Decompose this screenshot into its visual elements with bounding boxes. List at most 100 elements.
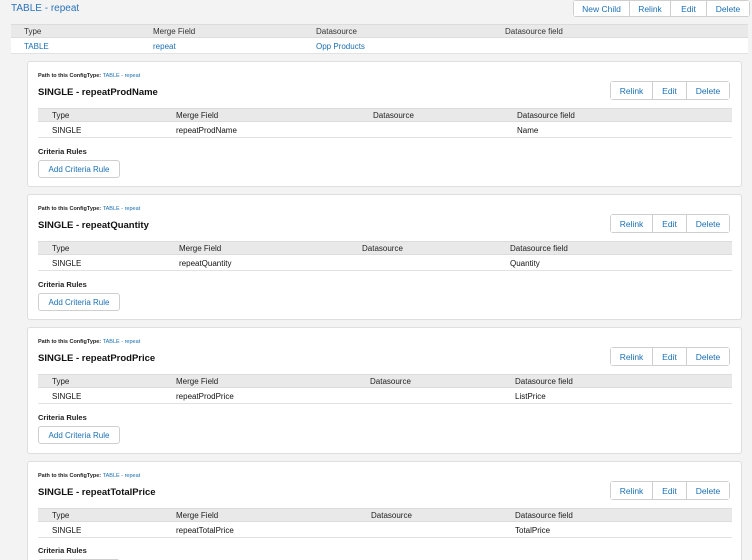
new-child-button[interactable]: New Child: [574, 1, 630, 16]
table-header-row: Type Merge Field Datasource Datasource f…: [38, 374, 732, 388]
panel-button-group: Relink Edit Delete: [610, 81, 730, 100]
column-header-datasource-field: Datasource field: [515, 511, 573, 520]
relink-button[interactable]: Relink: [611, 482, 653, 499]
table-row: SINGLE repeatQuantity Quantity: [38, 255, 732, 271]
datasource-field-value: Quantity: [510, 259, 540, 268]
criteria-rules-label: Criteria Rules: [38, 147, 87, 156]
column-header-datasource: Datasource: [316, 27, 357, 36]
delete-button[interactable]: Delete: [687, 482, 729, 499]
path-link[interactable]: TABLE - repeat: [103, 473, 141, 479]
config-path: Path to this ConfigType: TABLE - repeat: [38, 73, 140, 79]
path-label: Path to this ConfigType:: [38, 473, 102, 479]
column-header-datasource: Datasource: [362, 244, 403, 253]
criteria-rules-label: Criteria Rules: [38, 280, 87, 289]
add-criteria-rule-button[interactable]: Add Criteria Rule: [38, 160, 120, 178]
table-header-row: Type Merge Field Datasource Datasource f…: [38, 508, 732, 522]
edit-button[interactable]: Edit: [653, 482, 687, 499]
datasource-field-value: TotalPrice: [515, 526, 551, 535]
page-title: TABLE - repeat: [11, 3, 80, 14]
column-header-datasource: Datasource: [371, 511, 412, 520]
column-header-merge-field: Merge Field: [176, 377, 219, 386]
column-header-type: Type: [52, 111, 70, 120]
panel-button-group: Relink Edit Delete: [610, 214, 730, 233]
config-panel-repeatquantity: Path to this ConfigType: TABLE - repeat …: [27, 194, 742, 320]
merge-field-value: repeatProdName: [176, 126, 237, 135]
panel-title: SINGLE - repeatTotalPrice: [38, 487, 156, 498]
merge-field-value: repeatQuantity: [179, 259, 232, 268]
column-header-datasource-field: Datasource field: [515, 377, 573, 386]
type-value: SINGLE: [52, 392, 82, 401]
delete-button[interactable]: Delete: [687, 348, 729, 365]
type-link[interactable]: TABLE: [24, 42, 49, 51]
panel-title: SINGLE - repeatProdName: [38, 87, 158, 98]
path-link[interactable]: TABLE - repeat: [103, 206, 141, 212]
path-link[interactable]: TABLE - repeat: [103, 73, 141, 79]
page-header: TABLE - repeat New Child Relink Edit Del…: [0, 0, 752, 20]
panel-table: Type Merge Field Datasource Datasource f…: [38, 241, 732, 271]
column-header-type: Type: [52, 244, 70, 253]
column-header-type: Type: [24, 27, 42, 36]
config-path: Path to this ConfigType: TABLE - repeat: [38, 206, 140, 212]
config-path: Path to this ConfigType: TABLE - repeat: [38, 339, 140, 345]
config-panel-repeatprodname: Path to this ConfigType: TABLE - repeat …: [27, 61, 742, 187]
panel-button-group: Relink Edit Delete: [610, 481, 730, 500]
delete-button[interactable]: Delete: [687, 215, 729, 232]
column-header-datasource-field: Datasource field: [505, 27, 563, 36]
column-header-type: Type: [52, 377, 70, 386]
column-header-merge-field: Merge Field: [176, 111, 219, 120]
column-header-type: Type: [52, 511, 70, 520]
column-header-datasource: Datasource: [373, 111, 414, 120]
type-value: SINGLE: [52, 526, 82, 535]
table-row: SINGLE repeatTotalPrice TotalPrice: [38, 522, 732, 538]
type-value: SINGLE: [52, 259, 82, 268]
table-row: SINGLE repeatProdPrice ListPrice: [38, 388, 732, 404]
edit-button[interactable]: Edit: [653, 215, 687, 232]
path-label: Path to this ConfigType:: [38, 73, 102, 79]
table-row: SINGLE repeatProdName Name: [38, 122, 732, 138]
column-header-merge-field: Merge Field: [153, 27, 196, 36]
header-button-group: New Child Relink Edit Delete: [573, 0, 750, 17]
merge-field-value: repeatTotalPrice: [176, 526, 234, 535]
datasource-field-value: ListPrice: [515, 392, 546, 401]
datasource-field-value: Name: [517, 126, 539, 135]
column-header-datasource: Datasource: [370, 377, 411, 386]
datasource-link[interactable]: Opp Products: [316, 42, 365, 51]
path-label: Path to this ConfigType:: [38, 339, 102, 345]
table-header-row: Type Merge Field Datasource Datasource f…: [38, 241, 732, 255]
relink-button[interactable]: Relink: [611, 215, 653, 232]
column-header-merge-field: Merge Field: [176, 511, 219, 520]
delete-button[interactable]: Delete: [707, 1, 749, 16]
delete-button[interactable]: Delete: [687, 82, 729, 99]
panel-table: Type Merge Field Datasource Datasource f…: [38, 108, 732, 138]
relink-button[interactable]: Relink: [611, 348, 653, 365]
edit-button[interactable]: Edit: [671, 1, 707, 16]
edit-button[interactable]: Edit: [653, 348, 687, 365]
config-table: Type Merge Field Datasource Datasource f…: [11, 24, 748, 54]
type-value: SINGLE: [52, 126, 82, 135]
add-criteria-rule-button[interactable]: Add Criteria Rule: [38, 426, 120, 444]
edit-button[interactable]: Edit: [653, 82, 687, 99]
add-criteria-rule-button[interactable]: Add Criteria Rule: [38, 293, 120, 311]
panel-title: SINGLE - repeatQuantity: [38, 220, 149, 231]
column-header-merge-field: Merge Field: [179, 244, 222, 253]
path-label: Path to this ConfigType:: [38, 206, 102, 212]
merge-field-value: repeatProdPrice: [176, 392, 234, 401]
panel-table: Type Merge Field Datasource Datasource f…: [38, 508, 732, 538]
panel-title: SINGLE - repeatProdPrice: [38, 353, 156, 364]
column-header-datasource-field: Datasource field: [517, 111, 575, 120]
criteria-rules-label: Criteria Rules: [38, 546, 87, 555]
table-header-row: Type Merge Field Datasource Datasource f…: [11, 24, 748, 38]
config-path: Path to this ConfigType: TABLE - repeat: [38, 473, 140, 479]
relink-button[interactable]: Relink: [611, 82, 653, 99]
path-link[interactable]: TABLE - repeat: [103, 339, 141, 345]
merge-field-link[interactable]: repeat: [153, 42, 176, 51]
column-header-datasource-field: Datasource field: [510, 244, 568, 253]
config-panel-repeattotalprice: Path to this ConfigType: TABLE - repeat …: [27, 461, 742, 560]
relink-button[interactable]: Relink: [630, 1, 671, 16]
panel-button-group: Relink Edit Delete: [610, 347, 730, 366]
criteria-rules-label: Criteria Rules: [38, 413, 87, 422]
table-header-row: Type Merge Field Datasource Datasource f…: [38, 108, 732, 122]
table-row: TABLE repeat Opp Products: [11, 38, 748, 54]
config-panel-repeatprodprice: Path to this ConfigType: TABLE - repeat …: [27, 327, 742, 454]
panel-table: Type Merge Field Datasource Datasource f…: [38, 374, 732, 404]
